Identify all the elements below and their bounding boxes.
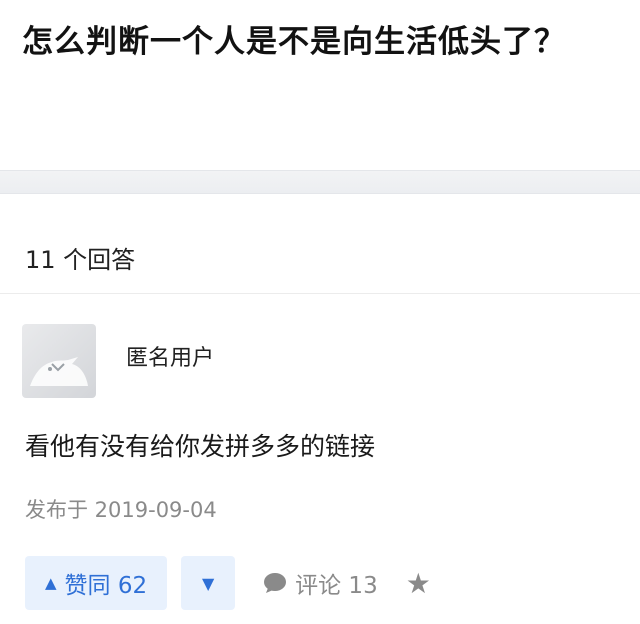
post-date: 发布于 2019-09-04 <box>25 498 217 522</box>
star-icon[interactable]: ★ <box>406 567 431 600</box>
upvote-button[interactable]: ▲ 赞同 62 <box>25 556 168 610</box>
answer-text: 看他有没有给你发拼多多的链接 <box>25 432 376 461</box>
author-row[interactable]: 匿名用户 <box>22 324 214 398</box>
avatar[interactable] <box>22 324 96 398</box>
answers-count: 11 个回答 <box>0 194 640 294</box>
question-header: 怎么判断一个人是不是向生活低头了？ <box>0 0 640 170</box>
anonymous-avatar-icon <box>30 357 88 386</box>
triangle-up-icon: ▲ <box>45 574 57 592</box>
author-name[interactable]: 匿名用户 <box>126 340 214 372</box>
comment-button[interactable]: 评论 13 <box>263 566 378 600</box>
upvote-label: 赞同 62 <box>64 573 148 599</box>
answer-card: 匿名用户 看他有没有给你发拼多多的链接 发布于 2019-09-04 ▲ 赞同 … <box>0 294 640 624</box>
triangle-down-icon: ▼ <box>201 573 215 593</box>
comment-label: 评论 13 <box>295 573 378 599</box>
question-title: 怎么判断一个人是不是向生活低头了？ <box>22 24 566 60</box>
downvote-button[interactable]: ▼ <box>181 556 236 610</box>
section-divider <box>0 170 640 194</box>
speech-bubble-icon <box>264 573 287 593</box>
answer-actions: ▲ 赞同 62 ▼ 评论 13 ★ <box>25 556 431 610</box>
